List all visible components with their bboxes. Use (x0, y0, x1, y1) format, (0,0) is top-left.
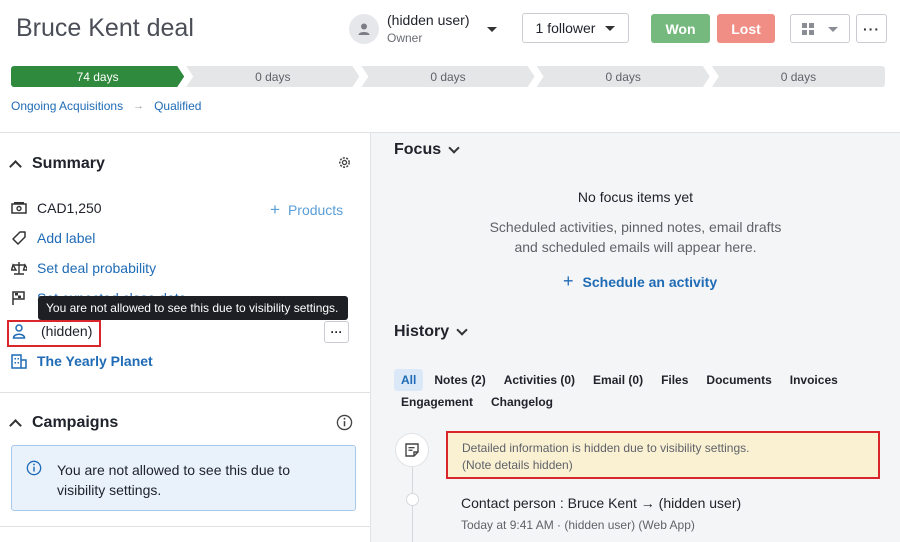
lost-button[interactable]: Lost (717, 14, 775, 43)
chevron-down-icon (828, 26, 838, 32)
tab-files[interactable]: Files (654, 369, 695, 391)
person-icon (358, 23, 370, 35)
pipeline-stages: 74 days 0 days 0 days 0 days 0 days (11, 66, 887, 87)
owner-name: (hidden user) (387, 12, 470, 28)
deal-header: Bruce Kent deal (hidden user) Owner 1 fo… (0, 0, 900, 58)
tag-icon (11, 230, 27, 246)
schedule-activity-label: Schedule an activity (582, 273, 718, 290)
breadcrumb: Ongoing Acquisitions → Qualified (11, 99, 201, 113)
probability-row[interactable]: Set deal probability (11, 260, 156, 276)
add-label-link[interactable]: Add label (37, 230, 95, 246)
deal-value[interactable]: CAD1,250 (37, 200, 102, 216)
history-tabs: All Notes (2) Activities (0) Email (0) F… (394, 369, 864, 413)
owner-selector[interactable]: (hidden user) Owner (349, 12, 497, 45)
contact-change-entry: Contact person : Bruce Kent → (hidden us… (461, 495, 742, 511)
owner-role: Owner (387, 31, 423, 45)
divider (0, 526, 370, 527)
avatar (349, 13, 379, 44)
highlight-box (7, 320, 101, 347)
tab-activities[interactable]: Activities (0) (497, 369, 582, 391)
flag-icon (11, 290, 27, 306)
more-actions-button[interactable]: ··· (856, 14, 887, 43)
focus-desc-line-1: Scheduled activities, pinned notes, emai… (489, 219, 782, 235)
set-probability-link[interactable]: Set deal probability (37, 260, 156, 276)
products-label: Products (287, 202, 344, 218)
stage-4[interactable]: 0 days (537, 66, 710, 87)
notice-text: You are not allowed to see this due to v… (57, 462, 290, 498)
stage-5[interactable]: 0 days (711, 66, 886, 87)
money-icon (11, 200, 27, 216)
won-button[interactable]: Won (651, 14, 710, 43)
plus-icon: + (270, 200, 280, 219)
note-icon (395, 433, 429, 467)
hidden-note-line-2: (Note details hidden) (462, 458, 573, 472)
breadcrumb-pipeline[interactable]: Ongoing Acquisitions (11, 99, 123, 113)
grid-icon (802, 22, 814, 35)
schedule-activity-button[interactable]: + Schedule an activity (563, 271, 717, 292)
chevron-down-icon (456, 324, 468, 336)
organization-link[interactable]: The Yearly Planet (37, 353, 153, 369)
stage-3[interactable]: 0 days (361, 66, 534, 87)
breadcrumb-stage[interactable]: Qualified (154, 99, 201, 113)
history-header[interactable]: History (394, 323, 468, 341)
focus-title: Focus (394, 141, 442, 158)
visibility-tooltip: You are not allowed to see this due to v… (38, 296, 348, 320)
summary-title: Summary (32, 155, 105, 172)
followers-button[interactable]: 1 follower (522, 13, 629, 43)
campaigns-header[interactable]: Campaigns (9, 414, 119, 432)
view-switcher-button[interactable] (790, 14, 850, 43)
products-button[interactable]: + Products (270, 200, 343, 220)
tab-notes[interactable]: Notes (2) (427, 369, 492, 391)
focus-empty-description: Scheduled activities, pinned notes, emai… (371, 217, 900, 257)
tab-email[interactable]: Email (0) (586, 369, 650, 391)
person-more-button[interactable]: ··· (324, 321, 349, 343)
chevron-down-icon[interactable] (487, 27, 497, 32)
divider (0, 392, 370, 393)
chevron-up-icon (9, 418, 22, 432)
arrow-right-icon: → (133, 100, 145, 112)
chevron-up-icon (9, 159, 22, 173)
stage-1[interactable]: 74 days (11, 66, 184, 87)
stage-2[interactable]: 0 days (186, 66, 359, 87)
tab-invoices[interactable]: Invoices (783, 369, 845, 391)
tab-all[interactable]: All (394, 369, 424, 391)
followers-label: 1 follower (535, 20, 596, 36)
tab-engagement[interactable]: Engagement (394, 391, 480, 413)
gear-icon[interactable] (337, 155, 352, 170)
right-panel: Focus No focus items yet Scheduled activ… (371, 133, 900, 542)
left-panel: Summary CAD1,250 + Products Add label Se… (0, 133, 371, 542)
summary-header[interactable]: Summary (9, 155, 105, 173)
hidden-note-card: Detailed information is hidden due to vi… (446, 431, 880, 479)
campaigns-visibility-notice: You are not allowed to see this due to v… (11, 445, 356, 511)
chevron-down-icon (605, 25, 616, 31)
deal-title[interactable]: Bruce Kent deal (16, 14, 194, 43)
focus-header[interactable]: Focus (394, 141, 460, 159)
add-label-row[interactable]: Add label (11, 230, 95, 246)
scale-icon (11, 260, 27, 276)
tab-changelog[interactable]: Changelog (484, 391, 560, 413)
info-icon[interactable] (336, 414, 353, 431)
hidden-note-line-1: Detailed information is hidden due to vi… (462, 441, 750, 455)
timeline-dot (406, 493, 419, 506)
campaigns-title: Campaigns (32, 414, 119, 431)
contact-change-meta: Today at 9:41 AM · (hidden user) (Web Ap… (461, 518, 695, 532)
tab-documents[interactable]: Documents (699, 369, 778, 391)
info-icon (26, 460, 42, 476)
chevron-down-icon (448, 142, 460, 154)
history-title: History (394, 323, 450, 340)
deal-value-row: CAD1,250 (11, 200, 102, 216)
focus-empty-title: No focus items yet (577, 189, 694, 205)
building-icon (11, 353, 27, 369)
organization-row[interactable]: The Yearly Planet (11, 353, 153, 369)
plus-icon: + (563, 271, 574, 291)
focus-desc-line-2: and scheduled emails will appear here. (514, 239, 757, 255)
